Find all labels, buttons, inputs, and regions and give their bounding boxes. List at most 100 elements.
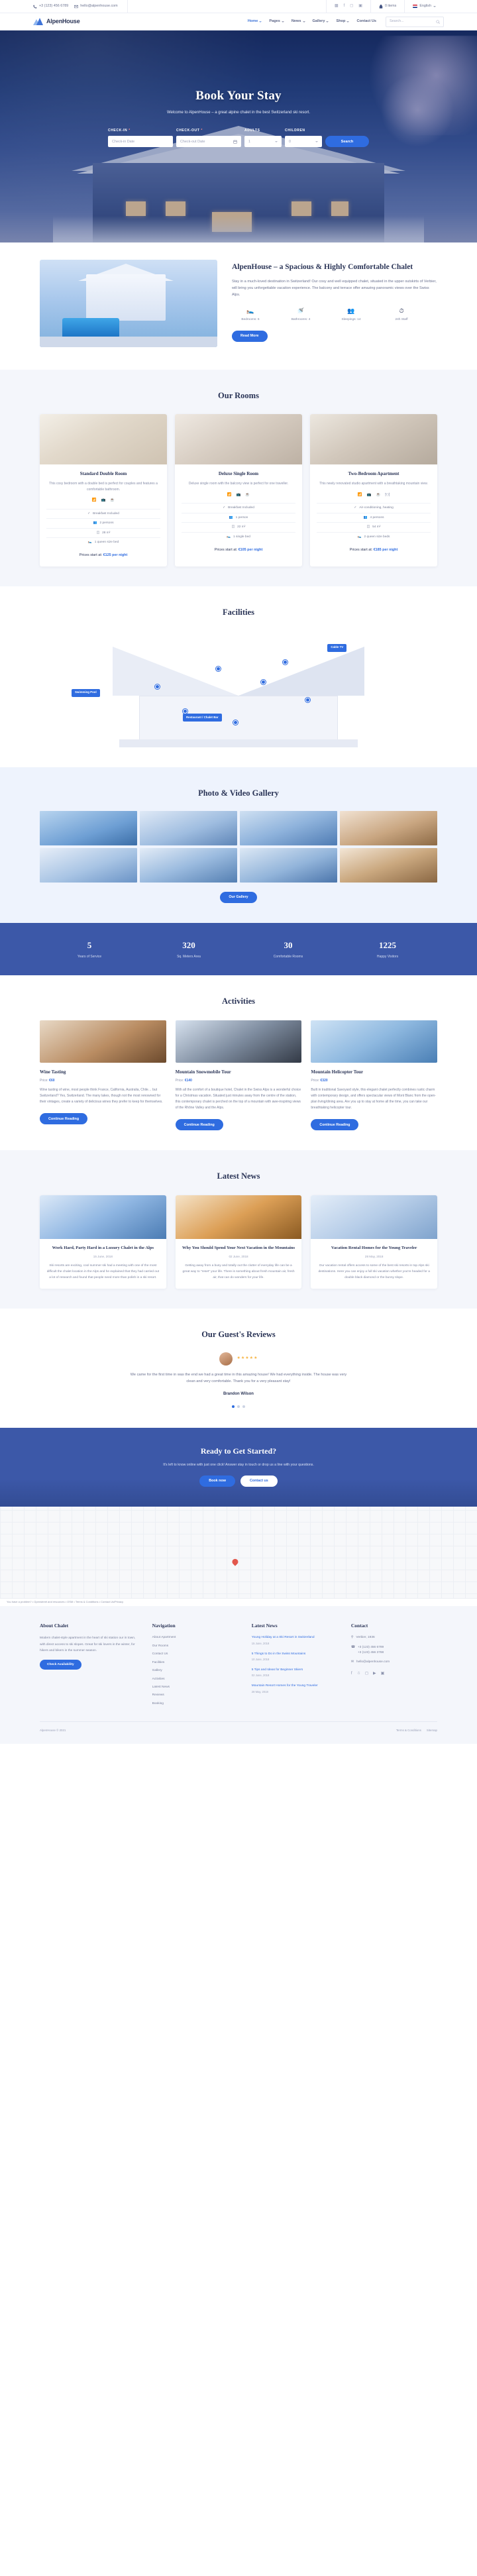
footer-about-text: Modern chalet-style apartment in the hea… (40, 1637, 136, 1652)
facility-tag-cable-tv[interactable]: Cable TV (327, 643, 347, 652)
carousel-dot[interactable] (232, 1405, 235, 1409)
footer-social: f ☃ ◻ ▶ ▣ (351, 1671, 437, 1677)
activity-price: Price: €320 (311, 1078, 328, 1083)
activity-card[interactable]: Mountain Snowmobile Tour Price: €140 Wit… (175, 1020, 302, 1131)
nav-item-pages[interactable]: Pages (269, 19, 284, 25)
envelope-icon (74, 5, 79, 8)
behance-icon[interactable]: ▣ (358, 3, 362, 9)
contact-us-button[interactable]: Contact us (240, 1475, 278, 1487)
footer-link[interactable]: Contact Us (152, 1652, 238, 1656)
room-card[interactable]: Standard Double Room This cosy bedroom w… (40, 414, 167, 566)
footer-link[interactable]: Activities (152, 1677, 238, 1682)
footer-news-item[interactable]: 5 Tips and Ideas for Beginner Skiers 02 … (252, 1668, 338, 1678)
room-card[interactable]: Deluxe Single Room Deluxe single room wi… (175, 414, 302, 566)
continue-reading-button[interactable]: Continue Reading (311, 1119, 359, 1131)
calendar-icon[interactable] (165, 140, 169, 144)
wifi-icon: 📶 (357, 492, 362, 497)
gallery-item[interactable] (40, 847, 137, 883)
gallery-item[interactable] (240, 847, 337, 883)
activity-card[interactable]: Wine Tasting Price: €60 Wine tasting of … (40, 1020, 166, 1131)
behance-icon[interactable]: ▣ (381, 1671, 385, 1677)
children-select[interactable]: 0 (285, 136, 322, 148)
gallery-item[interactable] (340, 810, 437, 845)
footer-contact-email[interactable]: ✉ hello@alpenhouse.com (351, 1660, 437, 1665)
gallery-item[interactable] (240, 810, 337, 845)
nav-item-shop[interactable]: Shop (336, 19, 350, 25)
search-icon[interactable] (436, 19, 440, 24)
check-availability-button[interactable]: Check Availability (40, 1659, 81, 1670)
terms-link[interactable]: Terms & Conditions (396, 1729, 421, 1733)
language-selector[interactable]: English (405, 0, 444, 13)
gallery-item[interactable] (340, 847, 437, 883)
nav-item-contact-us[interactable]: Contact Us (356, 19, 376, 25)
checkout-input[interactable]: Check-out Date (176, 136, 241, 148)
footer-link[interactable]: Our Rooms (152, 1644, 238, 1648)
footer-link[interactable]: Latest News (152, 1685, 238, 1690)
twitter-icon[interactable]: ☃ (357, 1671, 360, 1677)
location-map[interactable]: You have a problem? • Openstreet and res… (0, 1506, 477, 1606)
carousel-dot[interactable] (237, 1405, 240, 1409)
tv-icon: 📺 (236, 492, 241, 497)
top-bar-email[interactable]: hello@alpenhouse.com (74, 3, 118, 9)
map-attribution: You have a problem? • Openstreet and res… (7, 1600, 124, 1604)
search-button[interactable]: Search (325, 136, 369, 148)
wifi-icon: 📶 (227, 492, 232, 497)
news-card[interactable]: Vacation Rental Homes for the Young Trav… (311, 1195, 438, 1289)
footer-news-item[interactable]: Young Holiday at a Ski Resort in Switzer… (252, 1635, 338, 1646)
footer-link[interactable]: Booking (152, 1701, 238, 1706)
search-input[interactable]: Search... (386, 16, 444, 27)
map-attribution-bar: You have a problem? • Openstreet and res… (0, 1597, 477, 1606)
our-gallery-button[interactable]: Our Gallery (220, 891, 257, 903)
news-card[interactable]: Why You Should Spend Your Next Vacation … (175, 1195, 302, 1289)
instagram-icon[interactable]: ◻ (365, 1671, 368, 1677)
footer-link[interactable]: Gallery (152, 1668, 238, 1673)
book-now-button[interactable]: Book now (199, 1475, 235, 1487)
facility-pin[interactable] (155, 684, 160, 689)
news-headline: Work Hard, Party Hard in a Luxury Chalet… (52, 1245, 154, 1250)
gallery-item[interactable] (140, 810, 237, 845)
sitemap-link[interactable]: Sitemap (427, 1729, 437, 1733)
facility-tag-swimming-pool[interactable]: Swimming Pool (72, 688, 100, 697)
hero-title: Book Your Stay (195, 89, 282, 103)
footer-bottom: AlpenHouse © 2021 Terms & Conditions Sit… (40, 1721, 437, 1733)
room-card[interactable]: Two-Bedroom Apartment This newly renovat… (310, 414, 437, 566)
footer-contact-phone[interactable]: ☎ +3 (123) 456 6789 +3 (123) 456 3788 (351, 1645, 437, 1656)
nav-item-home[interactable]: Home (248, 19, 262, 25)
activity-card[interactable]: Mountain Helicopter Tour Price: €320 Bui… (311, 1020, 438, 1131)
read-more-button[interactable]: Read More (232, 330, 268, 342)
news-card[interactable]: Work Hard, Party Hard in a Luxury Chalet… (40, 1195, 166, 1289)
feature-bathrooms: 🚿 Bathrooms: 4 (282, 307, 319, 323)
facility-pin[interactable] (216, 666, 221, 671)
facility-pin[interactable] (260, 680, 266, 685)
instagram-icon[interactable]: ◻ (350, 3, 353, 9)
map-pin-icon[interactable] (231, 1558, 240, 1566)
room-feature-row: ✓ Breakfast Included (182, 503, 295, 512)
cart-button[interactable]: 0 items (371, 0, 405, 13)
gallery-item[interactable] (140, 847, 237, 883)
footer-link[interactable]: Reviews (152, 1693, 238, 1697)
footer-news-item[interactable]: Mountain Resort Homes for the Young Trav… (252, 1684, 338, 1694)
adults-select[interactable]: 1 (244, 136, 282, 148)
footer-news-item[interactable]: 5 Things to Do in the Swiss Mountains 10… (252, 1652, 338, 1662)
facility-pin[interactable] (233, 720, 238, 725)
nav-item-gallery[interactable]: Gallery (313, 19, 329, 25)
facebook-icon[interactable]: f (351, 1671, 352, 1677)
nav-item-news[interactable]: News (292, 19, 305, 25)
brand-name: AlpenHouse (46, 17, 80, 25)
footer-link[interactable]: About Apartment (152, 1635, 238, 1640)
calendar-icon[interactable] (233, 140, 237, 144)
gallery-item[interactable] (40, 810, 137, 845)
vk-icon[interactable]: ▩ (335, 3, 339, 9)
top-bar-phone[interactable]: +3 (123) 456 6789 (33, 3, 68, 9)
footer-link[interactable]: Facilities (152, 1660, 238, 1665)
continue-reading-button[interactable]: Continue Reading (40, 1113, 88, 1125)
continue-reading-button[interactable]: Continue Reading (175, 1119, 223, 1131)
youtube-icon[interactable]: ▶ (373, 1671, 376, 1677)
facebook-icon[interactable]: f (344, 3, 345, 9)
checkin-input[interactable]: Check-in Date (108, 136, 173, 148)
logo[interactable]: AlpenHouse (33, 17, 80, 27)
room-image (40, 414, 167, 465)
facility-tag-restaurant[interactable]: Restaurant / Chalet Bar (183, 714, 222, 722)
carousel-dot[interactable] (242, 1405, 245, 1409)
facility-pin[interactable] (305, 698, 310, 703)
